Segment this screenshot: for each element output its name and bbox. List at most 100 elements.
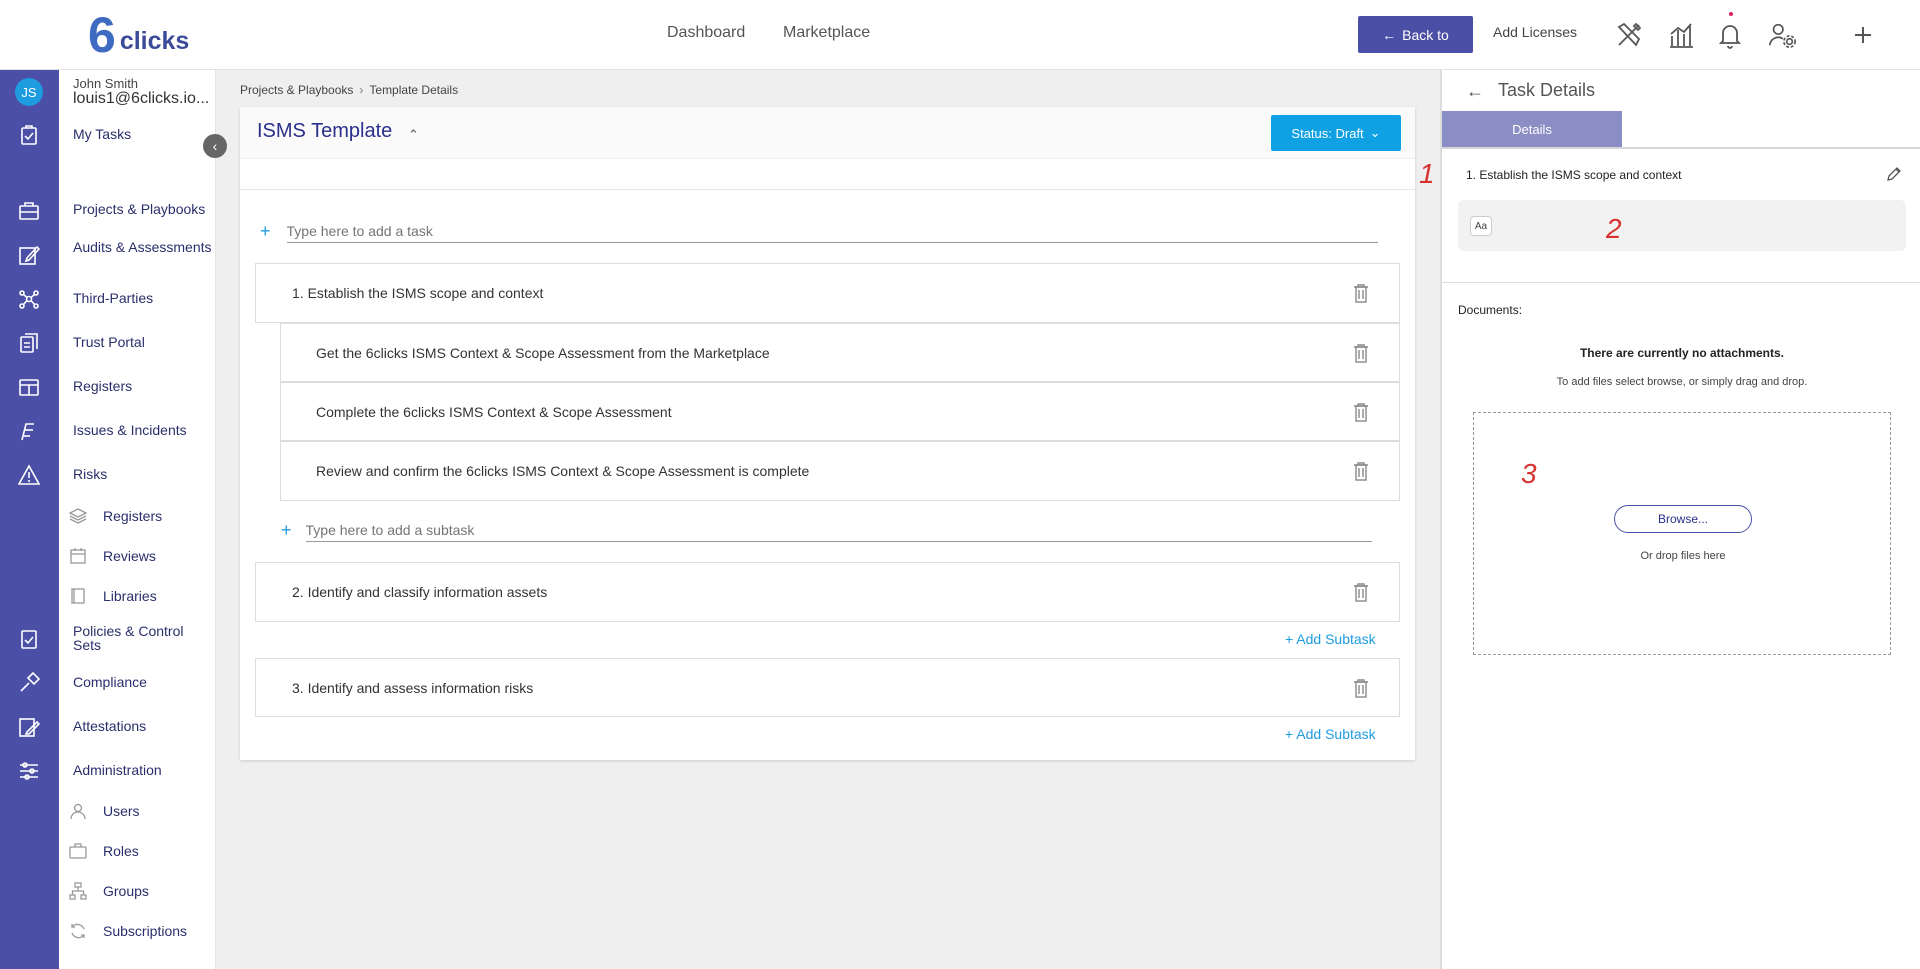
- register-icon[interactable]: [18, 376, 40, 398]
- chevron-down-icon: ⌄: [1369, 125, 1381, 140]
- task-row-2[interactable]: 2. Identify and classify information ass…: [255, 562, 1400, 622]
- sidebar-item-registers[interactable]: Registers: [73, 379, 213, 393]
- panel-title: Task Details: [1498, 80, 1596, 100]
- trash-icon[interactable]: [1353, 402, 1369, 422]
- task-label: 3. Identify and assess information risks: [292, 679, 534, 696]
- subtask-label: Get the 6clicks ISMS Context & Scope Ass…: [316, 344, 770, 361]
- sidebar-item-policies-control-sets[interactable]: Policies & Control Sets: [73, 624, 213, 652]
- sidebar-item-trust-portal[interactable]: Trust Portal: [73, 335, 213, 349]
- breadcrumb-projects[interactable]: Projects & Playbooks: [240, 83, 353, 97]
- task-row-1[interactable]: 1. Establish the ISMS scope and context: [255, 263, 1400, 323]
- trash-icon[interactable]: [1353, 461, 1369, 481]
- sidebar-item-risks[interactable]: Risks: [73, 467, 213, 481]
- arrow-left-icon[interactable]: ←: [1466, 81, 1484, 102]
- back-button-label: Back to: [1402, 26, 1449, 43]
- divider: [1442, 282, 1920, 283]
- gavel-icon[interactable]: [18, 671, 41, 694]
- user-email[interactable]: louis1@6clicks.io...: [73, 90, 213, 108]
- sliders-icon[interactable]: [18, 760, 40, 782]
- sidebar-sub-risk-libraries[interactable]: Libraries: [103, 588, 157, 604]
- analytics-icon[interactable]: [1666, 20, 1696, 50]
- nav-marketplace[interactable]: Marketplace: [783, 24, 870, 42]
- trash-icon[interactable]: [1353, 582, 1369, 602]
- trash-icon[interactable]: [1353, 343, 1369, 363]
- add-subtask-input[interactable]: [305, 518, 1372, 542]
- bell-icon[interactable]: [1715, 20, 1745, 50]
- logo-text: clicks: [119, 26, 190, 55]
- calendar-icon: [69, 547, 87, 565]
- sidebar-sub-users[interactable]: Users: [103, 803, 140, 819]
- sidebar-sub-subscriptions[interactable]: Subscriptions: [103, 923, 187, 939]
- add-licenses-link[interactable]: Add Licenses: [1493, 24, 1577, 40]
- browse-button[interactable]: Browse...: [1614, 505, 1752, 533]
- tab-details[interactable]: Details: [1442, 111, 1622, 147]
- subtask-label: Review and confirm the 6clicks ISMS Cont…: [316, 463, 810, 479]
- status-label: Status: Draft: [1291, 125, 1364, 141]
- task-row-3[interactable]: 3. Identify and assess information risks: [255, 658, 1400, 717]
- sidebar-sub-roles[interactable]: Roles: [103, 843, 139, 859]
- user-icon: [69, 802, 87, 820]
- status-dropdown[interactable]: Status: Draft ⌄: [1271, 115, 1401, 151]
- description-editor[interactable]: Aa: [1458, 200, 1906, 251]
- annotation-2: 2: [1606, 213, 1622, 244]
- collapse-sidebar-button[interactable]: ‹: [203, 134, 227, 158]
- incident-icon[interactable]: [18, 420, 40, 442]
- text-format-button[interactable]: Aa: [1470, 216, 1492, 236]
- nav-dashboard[interactable]: Dashboard: [667, 24, 745, 42]
- subtask-row-1-1[interactable]: Get the 6clicks ISMS Context & Scope Ass…: [280, 323, 1400, 382]
- trash-icon[interactable]: [1353, 283, 1369, 303]
- subtask-row-1-2[interactable]: Complete the 6clicks ISMS Context & Scop…: [280, 382, 1400, 441]
- file-drop-zone[interactable]: Browse... Or drop files here: [1473, 412, 1891, 655]
- divider: [240, 189, 1415, 190]
- attestation-icon[interactable]: [18, 716, 41, 738]
- logo[interactable]: 6 clicks: [88, 10, 189, 60]
- chevron-right-icon: ›: [359, 83, 364, 97]
- breadcrumb-current: Template Details: [369, 83, 459, 97]
- user-settings-icon[interactable]: [1767, 20, 1797, 50]
- clipboard-check-icon[interactable]: [18, 124, 40, 146]
- plus-icon[interactable]: +: [260, 221, 271, 242]
- upload-hint: To add files select browse, or simply dr…: [1556, 376, 1808, 388]
- task-label: 1. Establish the ISMS scope and context: [292, 285, 544, 301]
- add-subtask-button[interactable]: + Add Subtask: [1285, 631, 1376, 647]
- tools-icon[interactable]: [1614, 20, 1644, 50]
- warning-icon[interactable]: [17, 464, 41, 486]
- sidebar-item-administration[interactable]: Administration: [73, 763, 213, 777]
- plus-icon[interactable]: [1848, 20, 1878, 50]
- avatar[interactable]: JS: [15, 78, 43, 106]
- sidebar-sub-groups[interactable]: Groups: [103, 883, 149, 899]
- card-header: ISMS Template ⌃ Status: Draft ⌄: [240, 107, 1415, 159]
- trash-icon[interactable]: [1353, 678, 1369, 698]
- back-button[interactable]: ← Back to: [1358, 16, 1473, 53]
- template-card: ISMS Template ⌃ Status: Draft ⌄ + 1. Est…: [240, 107, 1415, 760]
- sidebar-sub-risk-reviews[interactable]: Reviews: [103, 548, 156, 564]
- policy-icon[interactable]: [18, 628, 40, 650]
- task-label: 2. Identify and classify information ass…: [292, 584, 548, 600]
- sidebar-sub-risk-registers[interactable]: Registers: [103, 508, 162, 524]
- add-subtask-button[interactable]: + Add Subtask: [1285, 726, 1376, 742]
- sidebar-item-my-tasks[interactable]: My Tasks: [73, 127, 213, 141]
- portal-icon[interactable]: [18, 332, 40, 354]
- subtask-row-1-3[interactable]: Review and confirm the 6clicks ISMS Cont…: [280, 441, 1400, 501]
- briefcase-icon[interactable]: [18, 200, 40, 222]
- sidebar-item-attestations[interactable]: Attestations: [73, 719, 213, 733]
- sidebar-item-projects-playbooks[interactable]: Projects & Playbooks: [73, 202, 213, 216]
- drop-files-text: Or drop files here: [1640, 550, 1726, 562]
- network-icon[interactable]: [18, 288, 40, 310]
- annotation-3: 3: [1521, 458, 1537, 489]
- refresh-icon: [69, 922, 87, 940]
- sidebar-item-issues-incidents[interactable]: Issues & Incidents: [73, 423, 213, 437]
- chevron-up-icon[interactable]: ⌃: [408, 127, 419, 143]
- task-details-panel: ← Task Details Details 1. Establish the …: [1440, 70, 1920, 969]
- task-name: 1. Establish the ISMS scope and context: [1466, 168, 1682, 182]
- add-task-input[interactable]: [286, 219, 1378, 243]
- add-subtask-row: +: [281, 518, 1372, 542]
- edit-icon[interactable]: [18, 244, 41, 266]
- layers-icon: [68, 507, 88, 525]
- book-icon: [69, 587, 87, 605]
- sidebar-item-audits-assessments[interactable]: Audits & Assessments: [73, 240, 213, 254]
- sidebar-item-compliance[interactable]: Compliance: [73, 675, 213, 689]
- sidebar-item-third-parties[interactable]: Third-Parties: [73, 291, 213, 305]
- pencil-icon[interactable]: [1886, 166, 1902, 182]
- plus-icon[interactable]: +: [281, 520, 292, 541]
